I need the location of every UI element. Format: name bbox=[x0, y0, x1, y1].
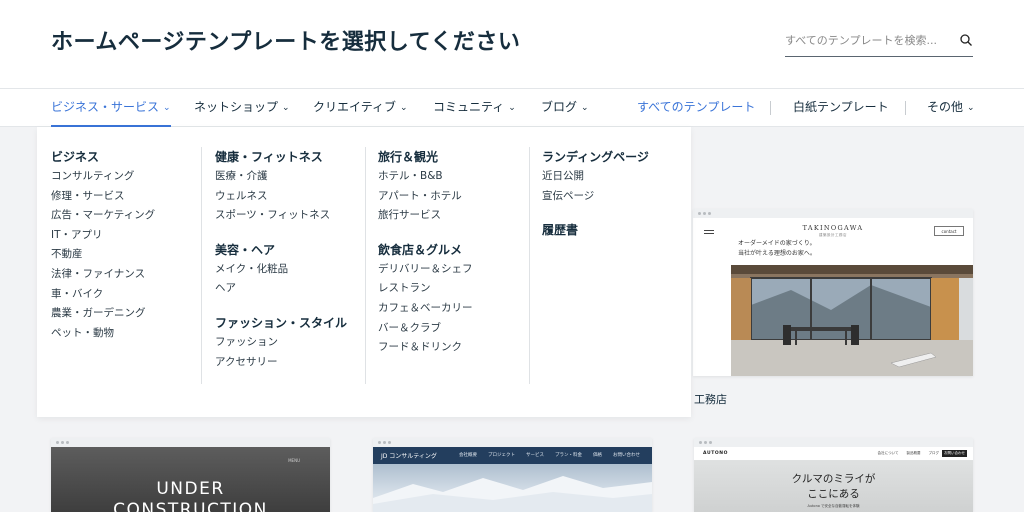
category-item[interactable]: アクセサリー bbox=[215, 353, 347, 373]
category-nav: ビジネス・サービス ⌄ ネットショップ ⌄ クリエイティブ ⌄ コミュニティ ⌄ ブログ… bbox=[0, 88, 1024, 127]
category-heading[interactable]: ビジネス bbox=[51, 147, 155, 167]
template-logo: AUTONO bbox=[703, 451, 729, 456]
template-nav: 会社について 製品概要 ブログ bbox=[877, 451, 939, 455]
column-divider bbox=[529, 147, 530, 384]
category-item[interactable]: 近日公開 bbox=[542, 167, 649, 187]
template-nav: 会社概要 プロジェクト サービス プラン・料金 価格 お問い合わせ bbox=[459, 453, 640, 458]
category-item[interactable]: 旅行サービス bbox=[378, 206, 473, 226]
category-item[interactable]: レストラン bbox=[378, 279, 473, 299]
template-card-consulting[interactable]: JD コンサルティング 会社概要 プロジェクト サービス プラン・料金 価格 お問い合わせ bbox=[373, 438, 652, 512]
category-item[interactable]: デリバリー＆シェフ bbox=[378, 260, 473, 280]
category-item[interactable]: 法律・ファイナンス bbox=[51, 265, 155, 285]
browser-bar bbox=[373, 438, 652, 447]
template-card-autono[interactable]: AUTONO 会社について 製品概要 ブログ お問い合わせ クルマのミライが ここに… bbox=[694, 438, 973, 512]
category-item[interactable]: 医療・介護 bbox=[215, 167, 347, 187]
chevron-down-icon: ⌄ bbox=[508, 103, 516, 113]
chevron-down-icon: ⌄ bbox=[581, 103, 589, 113]
category-item[interactable]: フード＆ドリンク bbox=[378, 338, 473, 358]
template-preview-header: JD コンサルティング 会社概要 プロジェクト サービス プラン・料金 価格 お問い合わせ bbox=[373, 447, 652, 464]
nav-item-creative[interactable]: クリエイティブ ⌄ bbox=[313, 89, 408, 126]
category-item[interactable]: アパート・ホテル bbox=[378, 187, 473, 207]
category-item[interactable]: ペット・動物 bbox=[51, 324, 155, 344]
chevron-down-icon: ⌄ bbox=[967, 103, 975, 113]
category-item[interactable]: ヘア bbox=[215, 279, 347, 299]
category-heading[interactable]: 美容・ヘア bbox=[215, 240, 347, 260]
nav-item-business[interactable]: ビジネス・サービス ⌄ bbox=[51, 89, 171, 127]
category-item[interactable]: 車・バイク bbox=[51, 285, 155, 305]
dropdown-column: 健康・フィットネス 医療・介護 ウェルネス スポーツ・フィットネス 美容・ヘア … bbox=[215, 147, 347, 372]
nav-item-online-shop[interactable]: ネットショップ ⌄ bbox=[194, 89, 290, 126]
category-item[interactable]: コンサルティング bbox=[51, 167, 155, 187]
category-heading[interactable]: ファッション・スタイル bbox=[215, 313, 347, 333]
category-item[interactable]: 不動産 bbox=[51, 245, 155, 265]
page-title: ホームページテンプレートを選択してください bbox=[51, 30, 521, 55]
template-house-image bbox=[731, 265, 973, 376]
template-mountain-image bbox=[373, 464, 652, 512]
category-heading[interactable]: 健康・フィットネス bbox=[215, 147, 347, 167]
category-item[interactable]: 広告・マーケティング bbox=[51, 206, 155, 226]
chevron-down-icon: ⌄ bbox=[282, 103, 290, 113]
search-box[interactable] bbox=[785, 26, 973, 57]
chevron-down-icon: ⌄ bbox=[400, 103, 408, 113]
template-copy: オーダーメイドの家づくり。 当社が叶える理想のお家へ。 bbox=[738, 240, 816, 257]
nav-divider bbox=[770, 101, 771, 115]
dropdown-column: ビジネス コンサルティング 修理・サービス 広告・マーケティング IT・アプリ … bbox=[51, 147, 155, 343]
column-divider bbox=[365, 147, 366, 384]
category-item[interactable]: ホテル・B&B bbox=[378, 167, 473, 187]
template-preview: MENU UNDER CONSTRUCTION bbox=[51, 447, 330, 512]
nav-item-blog[interactable]: ブログ ⌄ bbox=[541, 89, 589, 126]
template-contact-button: お問い合わせ bbox=[942, 450, 967, 457]
category-item[interactable]: スポーツ・フィットネス bbox=[215, 206, 347, 226]
column-divider bbox=[201, 147, 202, 384]
category-heading[interactable]: 履歴書 bbox=[542, 220, 649, 240]
nav-item-other[interactable]: その他 ⌄ bbox=[927, 89, 975, 126]
template-card-construction[interactable]: TAKINOGAWA 建築設計工務店 contact オーダーメイドの家づくり。… bbox=[693, 209, 973, 376]
browser-bar bbox=[693, 209, 973, 218]
dropdown-column: 旅行＆観光 ホテル・B&B アパート・ホテル 旅行サービス 飲食店＆グルメ デリ… bbox=[378, 147, 473, 358]
all-templates-link[interactable]: すべてのテンプレート bbox=[637, 89, 755, 126]
category-heading[interactable]: 飲食店＆グルメ bbox=[378, 240, 473, 260]
category-item[interactable]: 宣伝ページ bbox=[542, 187, 649, 207]
header: ホームページテンプレートを選択してください bbox=[0, 0, 1024, 88]
category-item[interactable]: ファッション bbox=[215, 333, 347, 353]
template-heading: クルマのミライが ここにある bbox=[791, 473, 876, 500]
category-dropdown: ビジネス コンサルティング 修理・サービス 広告・マーケティング IT・アプリ … bbox=[37, 127, 691, 417]
category-item[interactable]: ウェルネス bbox=[215, 187, 347, 207]
category-item[interactable]: バー＆クラブ bbox=[378, 319, 473, 339]
template-card-under-construction[interactable]: MENU UNDER CONSTRUCTION bbox=[51, 438, 330, 512]
category-item[interactable]: カフェ＆ベーカリー bbox=[378, 299, 473, 319]
template-heading: UNDER CONSTRUCTION bbox=[113, 479, 268, 512]
category-item[interactable]: メイク・化粧品 bbox=[215, 260, 347, 280]
template-logo: JD コンサルティング bbox=[381, 453, 437, 460]
template-contact-button: contact bbox=[934, 226, 964, 236]
blank-templates-link[interactable]: 白紙テンプレート bbox=[793, 89, 889, 126]
category-item[interactable]: 修理・サービス bbox=[51, 187, 155, 207]
browser-bar bbox=[694, 438, 973, 447]
template-preview-header: AUTONO 会社について 製品概要 ブログ お問い合わせ bbox=[694, 447, 973, 460]
template-logo: TAKINOGAWA 建築設計工務店 bbox=[802, 224, 864, 237]
search-input[interactable] bbox=[785, 26, 950, 54]
nav-item-community[interactable]: コミュニティ ⌄ bbox=[433, 89, 516, 126]
nav-divider bbox=[905, 101, 906, 115]
category-heading[interactable]: ランディングページ bbox=[542, 147, 649, 167]
category-heading[interactable]: 旅行＆観光 bbox=[378, 147, 473, 167]
category-item[interactable]: 農業・ガーデニング bbox=[51, 304, 155, 324]
template-card-label: 工務店 bbox=[694, 393, 727, 406]
chevron-down-icon: ⌄ bbox=[163, 103, 171, 113]
template-preview-header: TAKINOGAWA 建築設計工務店 contact bbox=[693, 218, 973, 246]
dropdown-column: ランディングページ 近日公開 宣伝ページ 履歴書 bbox=[542, 147, 649, 240]
template-hero: クルマのミライが ここにある Autono で安全な自動運転を体験 bbox=[694, 460, 973, 512]
category-item[interactable]: IT・アプリ bbox=[51, 226, 155, 246]
browser-bar bbox=[51, 438, 330, 447]
search-icon[interactable] bbox=[959, 33, 973, 47]
